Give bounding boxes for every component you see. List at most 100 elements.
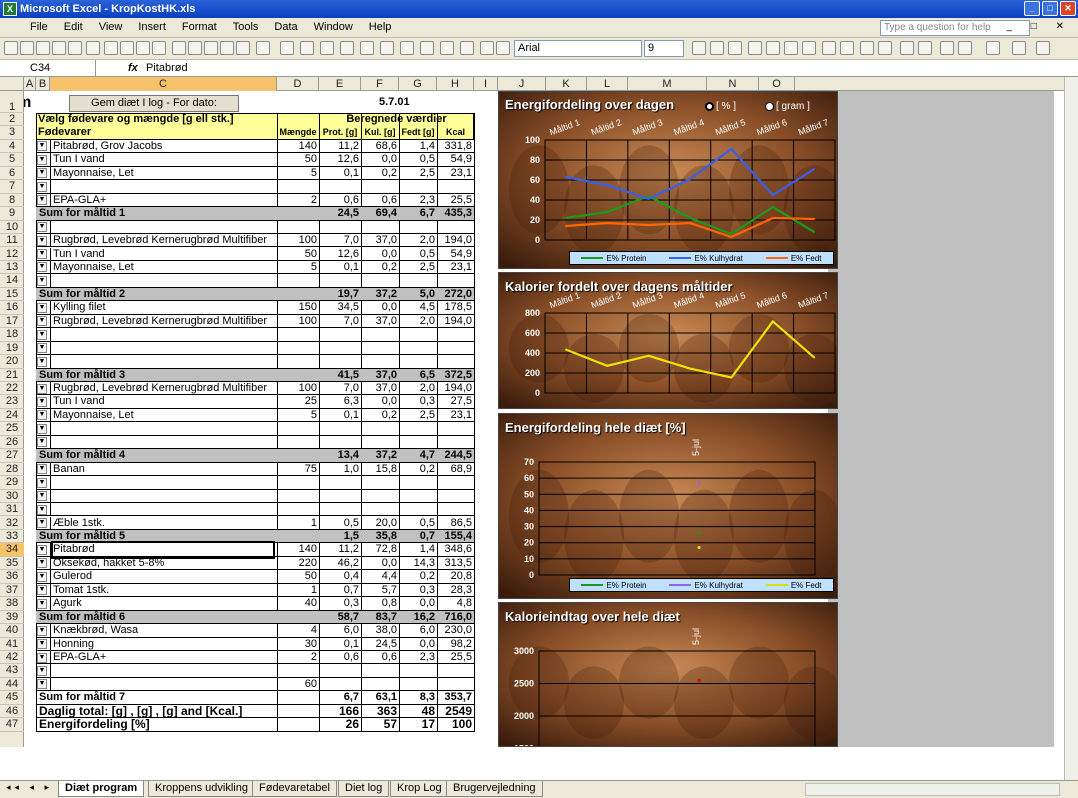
row-header-17[interactable]: 17 bbox=[0, 315, 24, 329]
food-dropdown-arrow-icon[interactable]: ▼ bbox=[37, 168, 47, 179]
protein-value[interactable]: 34,5 bbox=[319, 301, 361, 314]
protein-value[interactable]: 46,2 bbox=[319, 557, 361, 570]
food-name[interactable]: Sum for måltid 7 bbox=[39, 691, 307, 704]
tab-fødevaretabel[interactable]: Fødevaretabel bbox=[252, 781, 337, 797]
food-name[interactable] bbox=[53, 664, 273, 677]
food-dropdown-arrow-icon[interactable]: ▼ bbox=[37, 396, 47, 407]
carb-value[interactable]: 37,0 bbox=[361, 234, 399, 247]
carb-value[interactable]: 0,0 bbox=[361, 153, 399, 166]
quantity[interactable]: 25 bbox=[277, 395, 319, 408]
fat-value[interactable] bbox=[399, 180, 437, 193]
column-label[interactable]: Prot. [g] bbox=[319, 126, 361, 139]
protein-value[interactable]: 12,6 bbox=[319, 248, 361, 261]
protein-value[interactable]: 166 bbox=[319, 705, 361, 718]
quantity[interactable]: 150 bbox=[277, 301, 319, 314]
tab-kroppens-udvikling[interactable]: Kroppens udvikling bbox=[148, 781, 255, 797]
menu-view[interactable]: View bbox=[99, 21, 123, 33]
format-button-icon[interactable] bbox=[1012, 41, 1026, 55]
kcal-value[interactable]: 54,9 bbox=[437, 153, 474, 166]
food-name[interactable]: Knækbrød, Wasa bbox=[53, 624, 273, 637]
format-button-icon[interactable] bbox=[840, 41, 854, 55]
column-header-L[interactable]: L bbox=[587, 77, 628, 91]
format-button-icon[interactable] bbox=[766, 41, 780, 55]
protein-value[interactable]: 0,7 bbox=[319, 584, 361, 597]
fat-value[interactable]: 2,5 bbox=[399, 409, 437, 422]
food-name[interactable]: EPA-GLA+ bbox=[53, 194, 273, 207]
font-size-select[interactable]: 9 bbox=[644, 40, 684, 57]
carb-value[interactable]: 63,1 bbox=[361, 691, 399, 704]
column-header-M[interactable]: M bbox=[628, 77, 707, 91]
toolbar-button-icon[interactable] bbox=[20, 41, 34, 55]
quantity[interactable] bbox=[277, 180, 319, 193]
toolbar-button-icon[interactable] bbox=[136, 41, 150, 55]
fat-value[interactable] bbox=[399, 476, 437, 489]
kcal-value[interactable] bbox=[437, 221, 474, 234]
toolbar-button-icon[interactable] bbox=[172, 41, 186, 55]
carb-value[interactable]: 0,2 bbox=[361, 409, 399, 422]
fat-value[interactable] bbox=[399, 274, 437, 287]
kcal-value[interactable] bbox=[437, 355, 474, 368]
fat-value[interactable]: 2,0 bbox=[399, 234, 437, 247]
quantity[interactable]: 140 bbox=[277, 140, 319, 153]
column-header-A[interactable]: A bbox=[24, 77, 36, 91]
food-name[interactable]: Oksekød, hakket 5-8% bbox=[53, 557, 273, 570]
quantity[interactable] bbox=[277, 422, 319, 435]
fat-value[interactable]: 1,4 bbox=[399, 543, 437, 556]
food-name[interactable]: Tun I vand bbox=[53, 248, 273, 261]
row-header-35[interactable]: 35 bbox=[0, 557, 24, 571]
fat-value[interactable] bbox=[399, 503, 437, 516]
row-header-1[interactable]: 1 bbox=[0, 91, 24, 113]
row-header-8[interactable]: 8 bbox=[0, 194, 24, 208]
row-header-25[interactable]: 25 bbox=[0, 422, 24, 436]
food-dropdown-arrow-icon[interactable]: ▼ bbox=[37, 356, 47, 367]
protein-value[interactable]: 7,0 bbox=[319, 234, 361, 247]
horizontal-scrollbar[interactable] bbox=[805, 783, 1060, 796]
column-header-B[interactable]: B bbox=[36, 77, 50, 91]
font-name-select[interactable]: Arial bbox=[514, 40, 642, 57]
fat-value[interactable]: 0,3 bbox=[399, 584, 437, 597]
kcal-value[interactable]: 348,6 bbox=[437, 543, 474, 556]
chart-1[interactable]: 0 20 40 60 80 100 Måltid 1 Måltid 2 Måltid 3 Målt… bbox=[498, 91, 838, 269]
row-header-24[interactable]: 24 bbox=[0, 409, 24, 423]
fat-value[interactable]: 1,4 bbox=[399, 140, 437, 153]
kcal-value[interactable]: 68,9 bbox=[437, 463, 474, 476]
row-header-6[interactable]: 6 bbox=[0, 167, 24, 181]
food-name[interactable]: Rugbrød, Levebrød Kernerugbrød Multifibe… bbox=[53, 315, 273, 328]
protein-value[interactable]: 24,5 bbox=[319, 207, 361, 220]
menu-edit[interactable]: Edit bbox=[64, 21, 83, 33]
row-header-22[interactable]: 22 bbox=[0, 382, 24, 396]
fat-value[interactable]: 0,0 bbox=[399, 638, 437, 651]
row-header-18[interactable]: 18 bbox=[0, 328, 24, 342]
workbook-window-controls[interactable]: _ □ ✕ bbox=[1006, 21, 1072, 32]
carb-value[interactable] bbox=[361, 274, 399, 287]
food-dropdown-arrow-icon[interactable]: ▼ bbox=[37, 249, 47, 259]
carb-value[interactable]: 0,6 bbox=[361, 651, 399, 664]
quantity[interactable] bbox=[277, 436, 319, 449]
carb-value[interactable]: 69,4 bbox=[361, 207, 399, 220]
column-header-J[interactable]: J bbox=[498, 77, 546, 91]
maximize-button[interactable]: □ bbox=[1042, 1, 1058, 16]
carb-value[interactable]: 37,2 bbox=[361, 288, 399, 301]
fat-value[interactable]: 6,5 bbox=[399, 369, 437, 382]
row-header-20[interactable]: 20 bbox=[0, 355, 24, 369]
quantity[interactable]: 2 bbox=[277, 194, 319, 207]
column-label[interactable]: Fødevarer bbox=[38, 126, 238, 139]
format-button-icon[interactable] bbox=[748, 41, 762, 55]
carb-value[interactable] bbox=[361, 342, 399, 355]
food-dropdown-arrow-icon[interactable]: ▼ bbox=[37, 181, 47, 192]
quantity[interactable]: 60 bbox=[277, 678, 319, 691]
toolbar-button-icon[interactable] bbox=[496, 41, 510, 55]
formula-input[interactable]: Pitabrød bbox=[146, 60, 188, 76]
food-dropdown-arrow-icon[interactable]: ▼ bbox=[37, 329, 47, 340]
fat-value[interactable]: 5,0 bbox=[399, 288, 437, 301]
quantity[interactable] bbox=[277, 369, 319, 382]
food-name[interactable]: Æble 1stk. bbox=[53, 517, 273, 530]
carb-value[interactable] bbox=[361, 503, 399, 516]
row-header-19[interactable]: 19 bbox=[0, 342, 24, 356]
toolbar-button-icon[interactable] bbox=[4, 41, 18, 55]
format-button-icon[interactable] bbox=[918, 41, 932, 55]
column-header-F[interactable]: F bbox=[361, 77, 399, 91]
fat-value[interactable]: 0,5 bbox=[399, 517, 437, 530]
food-dropdown-arrow-icon[interactable]: ▼ bbox=[37, 571, 47, 582]
toolbar-button-icon[interactable] bbox=[68, 41, 82, 55]
